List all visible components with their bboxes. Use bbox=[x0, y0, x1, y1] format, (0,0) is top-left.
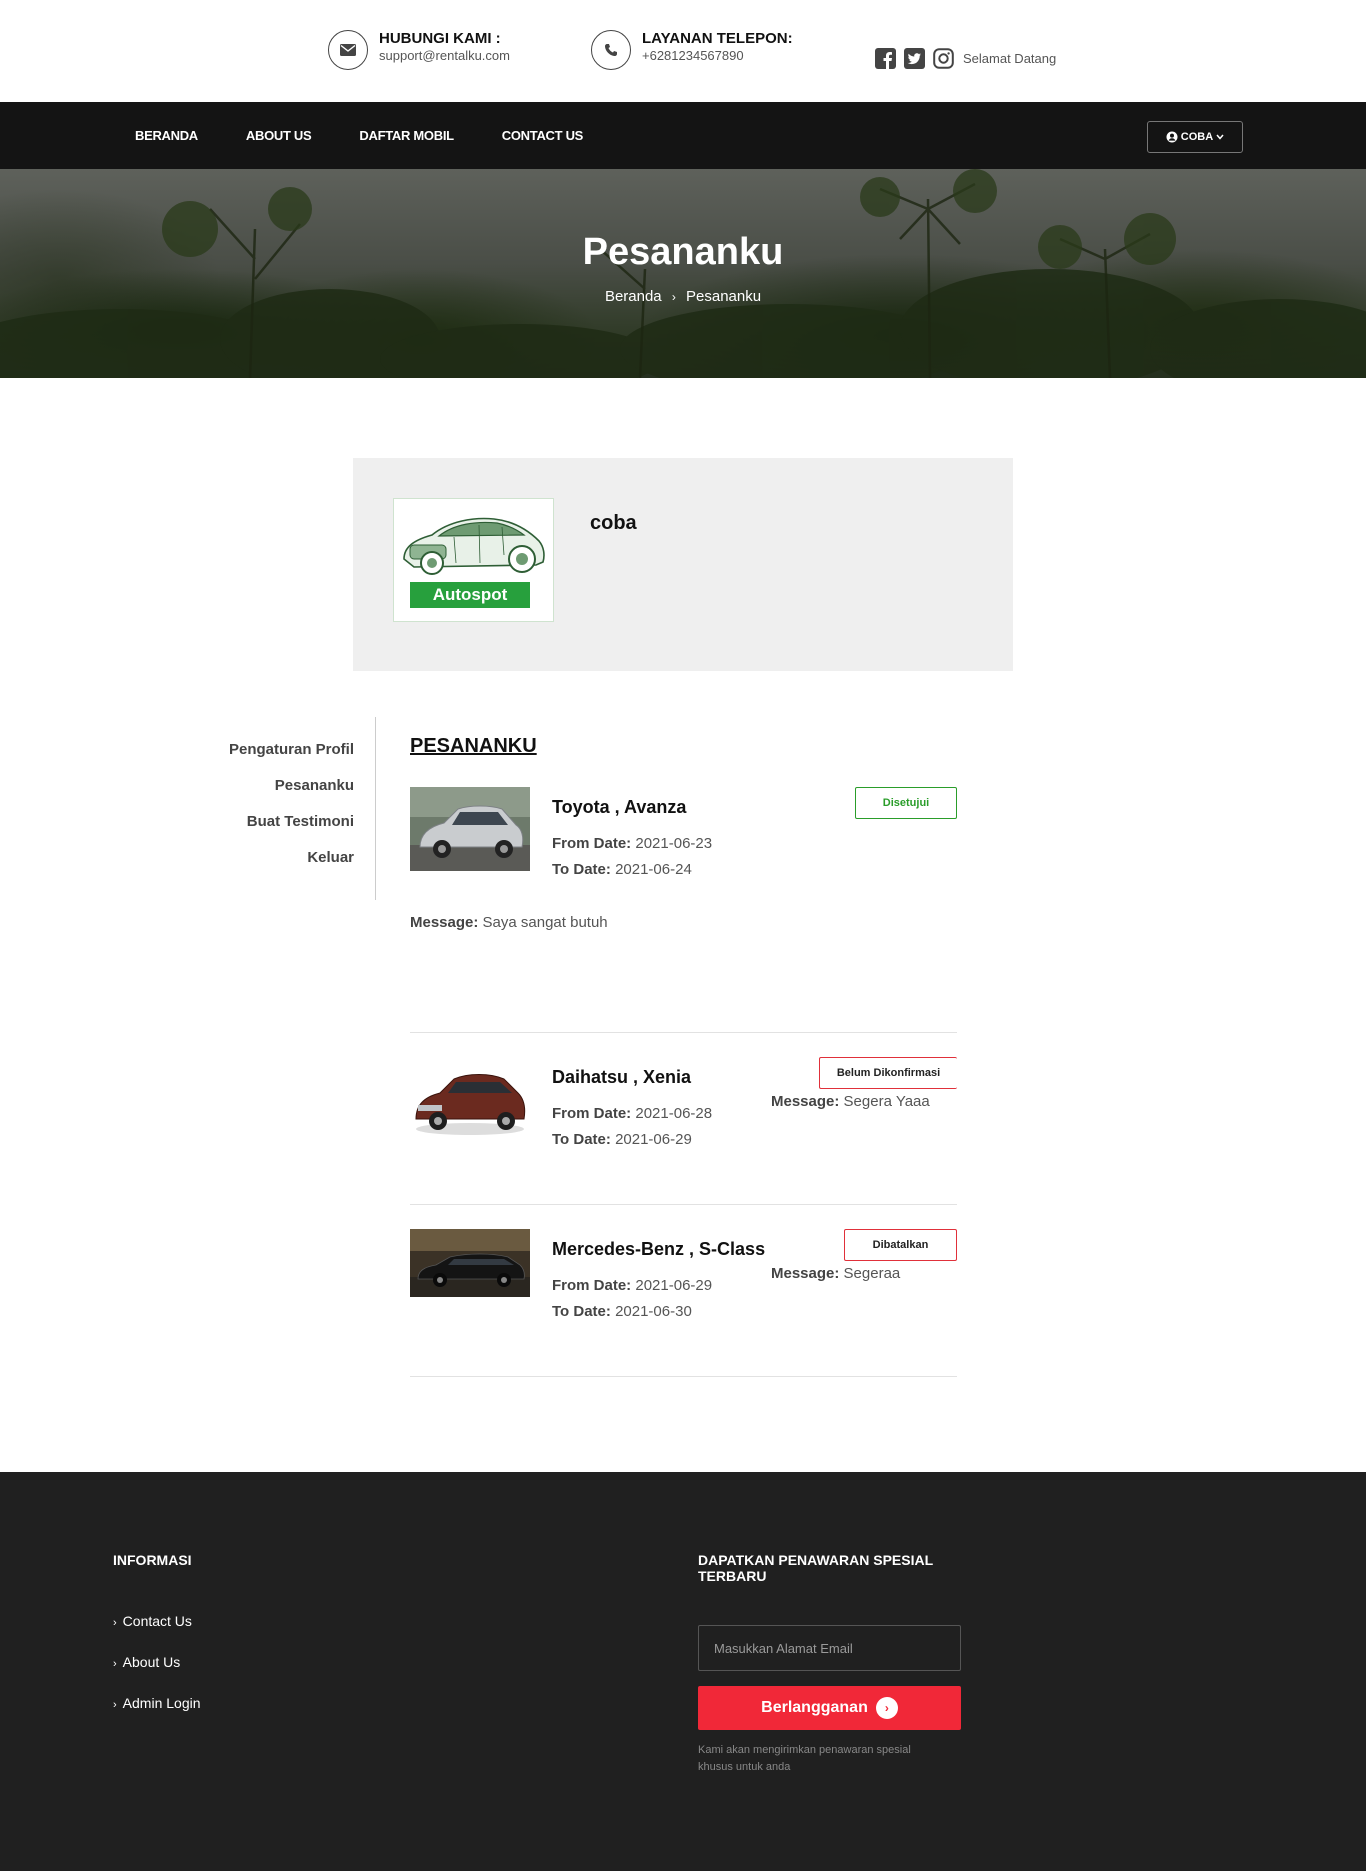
side-item-create-testimonial[interactable]: Buat Testimoni bbox=[200, 813, 354, 831]
booking-message: Message: Segeraa bbox=[771, 1265, 900, 1282]
arrow-right-icon: › bbox=[875, 1697, 898, 1719]
profile-card: Autospot coba bbox=[353, 458, 1013, 671]
car-logo-icon bbox=[403, 517, 545, 575]
booking-item: Toyota , Avanza From Date: 2021-06-23 To… bbox=[410, 787, 957, 1033]
footer-links: › Contact Us › About Us › Admin Login bbox=[113, 1612, 201, 1735]
user-menu-button[interactable]: COBA bbox=[1147, 121, 1243, 153]
footer-link-about-us[interactable]: › About Us bbox=[113, 1653, 201, 1673]
side-item-profile-settings[interactable]: Pengaturan Profil bbox=[200, 741, 354, 759]
user-menu-label: COBA bbox=[1180, 131, 1214, 143]
message-value: Saya sangat butuh bbox=[482, 914, 608, 931]
breadcrumb-home[interactable]: Beranda bbox=[605, 288, 662, 305]
envelope-icon bbox=[328, 30, 368, 70]
booking-from-date: From Date: 2021-06-29 bbox=[552, 1277, 712, 1294]
from-date-label: From Date: bbox=[552, 835, 632, 852]
social-links: Selamat Datang bbox=[874, 47, 1056, 69]
side-item-my-orders[interactable]: Pesananku bbox=[200, 777, 354, 795]
from-date-label: From Date: bbox=[552, 1105, 632, 1122]
facebook-icon[interactable] bbox=[874, 47, 896, 69]
contact-phone-value[interactable]: +6281234567890 bbox=[642, 48, 793, 64]
nav-item-daftar-mobil[interactable]: DAFTAR MOBIL bbox=[359, 128, 454, 143]
top-bar: HUBUNGI KAMI : support@rentalku.com LAYA… bbox=[0, 0, 1366, 102]
subscribe-button-label: Berlangganan bbox=[761, 1699, 868, 1716]
booking-item: Mercedes-Benz , S-Class From Date: 2021-… bbox=[410, 1205, 957, 1377]
to-date-value: 2021-06-30 bbox=[615, 1303, 692, 1320]
booking-to-date: To Date: 2021-06-30 bbox=[552, 1303, 692, 1320]
contact-email-title: HUBUNGI KAMI : bbox=[379, 30, 501, 47]
car-thumbnail[interactable] bbox=[410, 787, 530, 871]
nav-menu: BERANDA ABOUT US DAFTAR MOBIL CONTACT US bbox=[135, 102, 631, 169]
chevron-right-icon: › bbox=[113, 1617, 117, 1629]
site-footer: INFORMASI › Contact Us › About Us › Admin L… bbox=[0, 1472, 1366, 1871]
logo-badge: Autospot bbox=[410, 582, 530, 608]
instagram-icon[interactable] bbox=[932, 47, 954, 69]
booking-to-date: To Date: 2021-06-24 bbox=[552, 861, 692, 878]
newsletter-email-input[interactable] bbox=[698, 1625, 961, 1671]
status-badge: Belum Dikonfirmasi bbox=[819, 1057, 957, 1089]
page-title: Pesananku bbox=[582, 231, 784, 273]
to-date-label: To Date: bbox=[552, 861, 611, 878]
contact-phone: LAYANAN TELEPON: +6281234567890 bbox=[591, 30, 793, 70]
from-date-label: From Date: bbox=[552, 1277, 632, 1294]
footer-link-label: About Us bbox=[122, 1654, 181, 1670]
twitter-icon[interactable] bbox=[903, 47, 925, 69]
profile-username: coba bbox=[590, 512, 637, 534]
page-hero: Pesananku Beranda › Pesananku bbox=[0, 169, 1366, 378]
booking-car-name: Toyota , Avanza bbox=[552, 797, 687, 817]
bookings-section: PESANANKU Toyota , Avanza From Date: 202… bbox=[410, 735, 957, 1377]
car-thumbnail[interactable] bbox=[410, 1057, 530, 1141]
nav-item-beranda[interactable]: BERANDA bbox=[135, 128, 198, 143]
from-date-value: 2021-06-28 bbox=[635, 1105, 713, 1122]
booking-to-date: To Date: 2021-06-29 bbox=[552, 1131, 692, 1148]
contact-phone-title: LAYANAN TELEPON: bbox=[642, 30, 793, 47]
contact-email-value[interactable]: support@rentalku.com bbox=[379, 48, 510, 64]
message-value: Segeraa bbox=[843, 1265, 901, 1282]
bookings-heading: PESANANKU bbox=[410, 735, 537, 757]
booking-car-name: Daihatsu , Xenia bbox=[552, 1067, 692, 1087]
subscribe-button[interactable]: Berlangganan › bbox=[698, 1686, 961, 1730]
booking-from-date: From Date: 2021-06-28 bbox=[552, 1105, 712, 1122]
footer-info-title: INFORMASI bbox=[113, 1552, 192, 1568]
profile-avatar: Autospot bbox=[393, 498, 554, 622]
message-label: Message: bbox=[771, 1265, 840, 1282]
footer-link-label: Admin Login bbox=[122, 1695, 201, 1711]
car-thumbnail[interactable] bbox=[410, 1229, 530, 1297]
phone-icon bbox=[591, 30, 631, 70]
footer-link-contact-us[interactable]: › Contact Us bbox=[113, 1612, 201, 1632]
user-circle-icon bbox=[1166, 131, 1178, 143]
booking-message: Message: Segera Yaaa bbox=[771, 1093, 930, 1110]
contact-email: HUBUNGI KAMI : support@rentalku.com bbox=[328, 30, 510, 70]
to-date-label: To Date: bbox=[552, 1303, 611, 1320]
nav-item-about-us[interactable]: ABOUT US bbox=[246, 128, 312, 143]
from-date-value: 2021-06-29 bbox=[635, 1277, 713, 1294]
message-label: Message: bbox=[771, 1093, 840, 1110]
footer-link-label: Contact Us bbox=[122, 1613, 192, 1629]
booking-from-date: From Date: 2021-06-23 bbox=[552, 835, 712, 852]
from-date-value: 2021-06-23 bbox=[635, 835, 713, 852]
newsletter-note: Kami akan mengirimkan penawaran spesial … bbox=[698, 1744, 911, 1773]
breadcrumb-current: Pesananku bbox=[686, 288, 762, 305]
side-item-logout[interactable]: Keluar bbox=[200, 849, 354, 867]
chevron-right-icon: › bbox=[113, 1658, 117, 1670]
main-nav: BERANDA ABOUT US DAFTAR MOBIL CONTACT US… bbox=[0, 102, 1366, 169]
welcome-text: Selamat Datang bbox=[963, 50, 1057, 66]
booking-car-name: Mercedes-Benz , S-Class bbox=[552, 1239, 766, 1259]
message-value: Segera Yaaa bbox=[843, 1093, 930, 1110]
nav-item-contact-us[interactable]: CONTACT US bbox=[502, 128, 584, 143]
chevron-down-icon bbox=[1216, 134, 1224, 140]
booking-item: Daihatsu , Xenia From Date: 2021-06-28 T… bbox=[410, 1033, 957, 1205]
status-badge: Dibatalkan bbox=[844, 1229, 957, 1261]
footer-link-admin-login[interactable]: › Admin Login bbox=[113, 1694, 201, 1714]
to-date-label: To Date: bbox=[552, 1131, 611, 1148]
status-badge: Disetujui bbox=[855, 787, 957, 819]
account-side-menu: Pengaturan Profil Pesananku Buat Testimo… bbox=[200, 717, 376, 900]
to-date-value: 2021-06-29 bbox=[615, 1131, 692, 1148]
newsletter-title: DAPATKAN PENAWARAN SPESIAL TERBARU bbox=[698, 1552, 933, 1584]
chevron-right-icon: › bbox=[671, 290, 676, 304]
chevron-right-icon: › bbox=[113, 1699, 117, 1711]
to-date-value: 2021-06-24 bbox=[615, 861, 692, 878]
message-label: Message: bbox=[410, 914, 479, 931]
booking-message: Message: Saya sangat butuh bbox=[410, 914, 608, 931]
breadcrumb: Beranda › Pesananku bbox=[0, 288, 1366, 305]
